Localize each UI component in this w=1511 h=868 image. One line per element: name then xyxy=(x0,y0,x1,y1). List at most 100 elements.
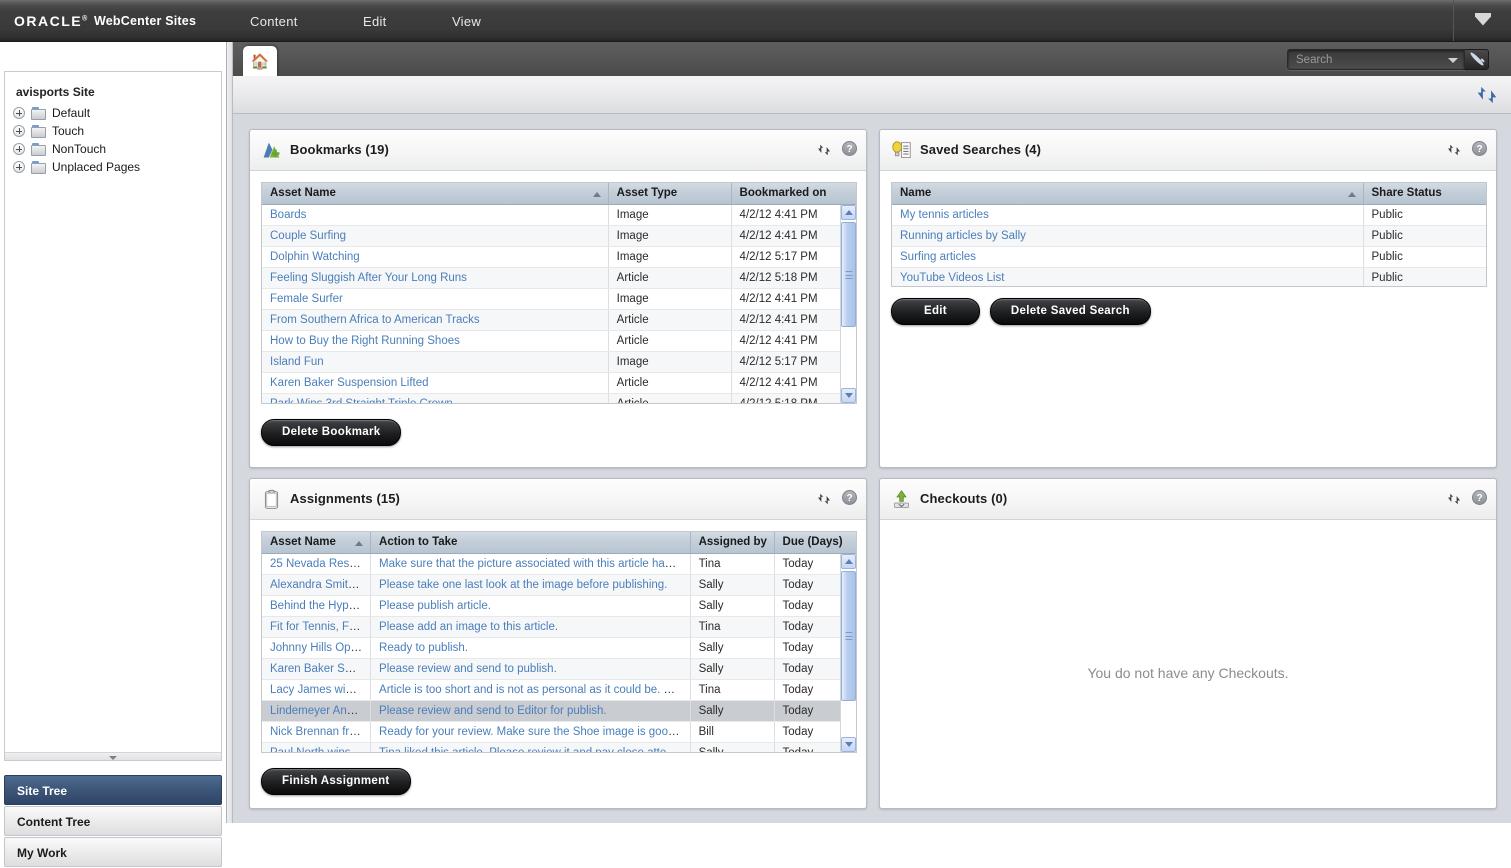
table-row[interactable]: 25 Nevada Resort... Make sure that the pi… xyxy=(262,553,856,575)
row-link[interactable]: Nick Brennan frac... xyxy=(270,726,370,738)
tab-home[interactable]: 🏠 xyxy=(243,46,277,76)
column-bookmarked-on[interactable]: Bookmarked on xyxy=(731,183,856,205)
scrollbar-thumb[interactable] xyxy=(841,571,856,701)
plus-icon[interactable] xyxy=(13,125,25,137)
sidebar-item-default[interactable]: Default xyxy=(5,104,221,122)
search-button[interactable] xyxy=(1465,48,1489,70)
row-link[interactable]: Johnny Hills Optimi... xyxy=(270,642,370,654)
column-asset-type[interactable]: Asset Type xyxy=(608,183,732,205)
table-row[interactable]: Running articles by Sally Public xyxy=(892,225,1486,247)
table-row[interactable]: Karen Baker Susp... Please review and sen… xyxy=(262,658,856,680)
delete-saved-search-button[interactable]: Delete Saved Search xyxy=(989,298,1151,325)
scroll-up-button[interactable] xyxy=(841,554,856,569)
portlet-help-button[interactable]: ? xyxy=(842,141,857,156)
scrollbar-thumb[interactable] xyxy=(841,222,856,327)
column-name[interactable]: Name xyxy=(892,183,1364,205)
row-link[interactable]: How to Buy the Right Running Shoes xyxy=(270,335,460,347)
sidebar-tab-content-tree[interactable]: Content Tree xyxy=(4,806,222,836)
table-row[interactable]: Johnny Hills Optimi... Ready to publish. S… xyxy=(262,637,856,659)
table-row[interactable]: Couple Surfing Image 4/2/12 4:41 PM xyxy=(262,225,856,247)
sidebar-item-unplaced-pages[interactable]: Unplaced Pages xyxy=(5,158,221,176)
table-row[interactable]: Boards Image 4/2/12 4:41 PM xyxy=(262,204,856,226)
portlet-refresh-button[interactable] xyxy=(815,141,833,159)
table-row[interactable]: Alexandra Smith E... Please take one last… xyxy=(262,574,856,596)
row-link[interactable]: Feeling Sluggish After Your Long Runs xyxy=(270,272,467,284)
table-row[interactable]: Female Surfer Image 4/2/12 4:41 PM xyxy=(262,288,856,310)
menu-item-view[interactable]: View xyxy=(442,12,491,31)
row-link[interactable]: Lindemeyer Anno... xyxy=(270,705,369,717)
row-link[interactable]: Please add an image to this article. xyxy=(379,621,558,633)
chevron-down-icon[interactable] xyxy=(1448,57,1458,63)
table-row[interactable]: Karen Baker Suspension Lifted Article 4/2/… xyxy=(262,372,856,394)
row-link[interactable]: Ready to publish. xyxy=(379,642,468,654)
sidebar-collapse-handle[interactable] xyxy=(5,752,221,760)
table-row[interactable]: Dolphin Watching Image 4/2/12 5:17 PM xyxy=(262,246,856,268)
sidebar-tab-my-work[interactable]: My Work xyxy=(4,837,222,867)
row-link[interactable]: My tennis articles xyxy=(900,209,989,221)
column-action-to-take[interactable]: Action to Take xyxy=(370,532,691,554)
table-row[interactable]: Feeling Sluggish After Your Long Runs Art… xyxy=(262,267,856,289)
global-refresh-button[interactable] xyxy=(1473,81,1501,109)
row-link[interactable]: Please review and send to publish. xyxy=(379,663,557,675)
row-link[interactable]: From Southern Africa to American Tracks xyxy=(270,314,480,326)
row-link[interactable]: Boards xyxy=(270,209,306,221)
portlet-refresh-button[interactable] xyxy=(815,490,833,508)
column-assigned-by[interactable]: Assigned by xyxy=(690,532,775,554)
column-asset-name[interactable]: Asset Name xyxy=(262,183,609,205)
table-row[interactable]: Nick Brennan frac... Ready for your revie… xyxy=(262,721,856,743)
table-row[interactable]: Lindemeyer Anno... Please review and send… xyxy=(262,700,856,722)
row-link[interactable]: Park Wins 3rd Straight Triple Crown xyxy=(270,398,453,404)
row-link[interactable]: Fit for Tennis, Fit f... xyxy=(270,621,370,633)
menu-item-edit[interactable]: Edit xyxy=(353,12,397,31)
search-box[interactable] xyxy=(1287,48,1465,70)
scroll-down-button[interactable] xyxy=(841,737,856,752)
row-link[interactable]: Alexandra Smith E... xyxy=(270,579,370,591)
scroll-down-button[interactable] xyxy=(841,388,856,403)
row-link[interactable]: Make sure that the picture associated wi… xyxy=(379,558,689,570)
column-share-status[interactable]: Share Status xyxy=(1363,183,1486,205)
portlet-refresh-button[interactable] xyxy=(1445,141,1463,159)
plus-icon[interactable] xyxy=(13,107,25,119)
row-link[interactable]: Couple Surfing xyxy=(270,230,346,242)
column-due-days[interactable]: Due (Days) xyxy=(774,532,856,554)
table-row[interactable]: Lacy James wins ... Article is too short … xyxy=(262,679,856,701)
finish-assignment-button[interactable]: Finish Assignment xyxy=(261,768,411,795)
row-link[interactable]: Please publish article. xyxy=(379,600,491,612)
table-row[interactable]: Fit for Tennis, Fit f... Please add an im… xyxy=(262,616,856,638)
column-asset-name[interactable]: Asset Name xyxy=(262,532,372,554)
table-row[interactable]: Surfing articles Public xyxy=(892,246,1486,268)
row-link[interactable]: Article is too short and is not as perso… xyxy=(379,684,689,696)
table-row[interactable]: From Southern Africa to American Tracks A… xyxy=(262,309,856,331)
row-link[interactable]: Surfing articles xyxy=(900,251,976,263)
row-link[interactable]: Please review and send to Editor for pub… xyxy=(379,705,607,717)
scroll-up-button[interactable] xyxy=(841,205,856,220)
portlet-help-button[interactable]: ? xyxy=(1472,141,1487,156)
row-link[interactable]: YouTube Videos List xyxy=(900,272,1004,284)
row-link[interactable]: Ready for your review. Make sure the Sho… xyxy=(379,726,689,738)
row-link[interactable]: Female Surfer xyxy=(270,293,343,305)
row-link[interactable]: 25 Nevada Resort... xyxy=(270,558,370,570)
table-row[interactable]: YouTube Videos List Public xyxy=(892,267,1486,286)
row-link[interactable]: Tina liked this article. Please review i… xyxy=(379,747,689,753)
row-link[interactable]: Island Fun xyxy=(270,356,324,368)
plus-icon[interactable] xyxy=(13,143,25,155)
sidebar-item-nontouch[interactable]: NonTouch xyxy=(5,140,221,158)
delete-bookmark-button[interactable]: Delete Bookmark xyxy=(261,419,402,446)
row-link[interactable]: Please take one last look at the image b… xyxy=(379,579,667,591)
row-link[interactable]: Behind the Hype o... xyxy=(270,600,370,612)
table-row[interactable]: Island Fun Image 4/2/12 5:17 PM xyxy=(262,351,856,373)
portlet-help-button[interactable]: ? xyxy=(1472,490,1487,505)
portlet-help-button[interactable]: ? xyxy=(842,490,857,505)
assignments-scrollbar[interactable] xyxy=(840,554,856,752)
menu-item-content[interactable]: Content xyxy=(240,12,308,31)
portlet-refresh-button[interactable] xyxy=(1445,490,1463,508)
row-link[interactable]: Lacy James wins ... xyxy=(270,684,370,696)
sidebar-item-touch[interactable]: Touch xyxy=(5,122,221,140)
table-row[interactable]: Behind the Hype o... Please publish artic… xyxy=(262,595,856,617)
sidebar-tab-site-tree[interactable]: Site Tree xyxy=(4,775,222,805)
row-link[interactable]: Karen Baker Suspension Lifted xyxy=(270,377,429,389)
user-menu-button[interactable] xyxy=(1453,0,1511,41)
table-row[interactable]: Park Wins 3rd Straight Triple Crown Artic… xyxy=(262,393,856,404)
search-input[interactable] xyxy=(1294,51,1444,68)
edit-saved-search-button[interactable]: Edit xyxy=(891,298,980,325)
